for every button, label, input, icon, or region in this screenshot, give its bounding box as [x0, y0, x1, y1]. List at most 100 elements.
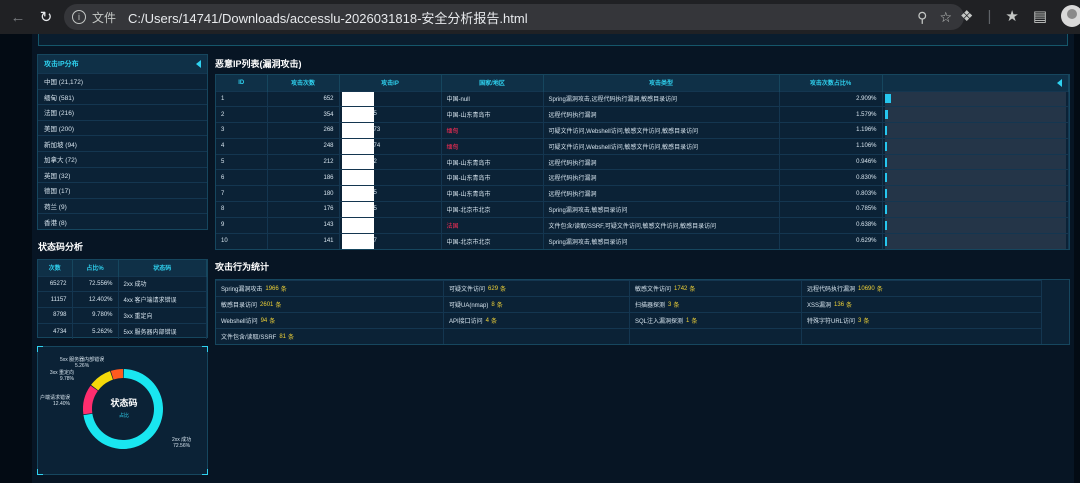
collections-icon[interactable]: ▤ — [1033, 7, 1047, 25]
attack-stat-unit: 条 — [269, 319, 276, 325]
geo-list-item[interactable]: 加拿大 (72) — [38, 150, 207, 167]
table-row[interactable]: 3 268 73 缅甸 可疑文件访问,Webshell访问,敏感文件访问,敏感目录访问 1… — [216, 122, 1069, 139]
table-row[interactable]: 5 212 2 中国-山东青岛市 远程代码执行漏洞 0.946% — [216, 153, 1069, 170]
cell-pct: 0.629% — [779, 232, 883, 249]
cell-id: 2 — [216, 106, 268, 123]
ip-tail: 73 — [373, 127, 381, 134]
cell-count: 212 — [267, 153, 340, 170]
cell-attack-type: 远程代码执行漏洞 — [543, 106, 780, 123]
attack-stat-label: Webshell访问 — [221, 319, 258, 325]
status-code: 2xx 成功 — [118, 275, 207, 292]
cell-ip: 74 — [339, 137, 442, 155]
status-col-pct: 占比% — [72, 260, 119, 276]
attack-stat-label: 可疑文件访问 — [449, 287, 486, 293]
cell-pct: 0.946% — [779, 153, 883, 170]
top-panel-edge — [38, 34, 1068, 46]
pct-bar-track — [884, 107, 1066, 123]
cell-region: 缅甸 — [441, 137, 544, 155]
table-row[interactable]: 4 248 74 缅甸 可疑文件访问,Webshell访问,敏感文件访问,敏感目录访问 1… — [216, 137, 1069, 155]
pct-bar — [884, 125, 887, 135]
malicious-ip-table: ID 攻击次数 攻击IP 国家/地区 攻击类型 攻击次数占比% 1 652 中国-n… — [216, 75, 1069, 249]
status-code: 4xx 客户端请求错误 — [118, 291, 207, 308]
table-row[interactable]: 10 141 7 中国-北京市北京 Spring漏洞攻击,敏感目录访问 0.629% — [216, 232, 1069, 249]
cell-attack-type: Spring漏洞攻击,敏感目录访问 — [543, 201, 780, 218]
table-row[interactable]: 8 176 5 中国-北京市北京 Spring漏洞攻击,敏感目录访问 0.785% — [216, 201, 1069, 218]
cell-id: 10 — [216, 232, 268, 249]
ip-redaction — [341, 234, 374, 249]
collapse-arrow-icon[interactable] — [196, 60, 201, 68]
attack-stat-cell: 特殊字符URL访问 3 条 — [802, 312, 1042, 328]
status-pct: 72.556% — [72, 275, 119, 292]
geo-list-item[interactable]: 英国 (32) — [38, 166, 207, 183]
attack-stat-cell: 扫描器探测 3 条 — [630, 296, 802, 312]
cell-count: 248 — [267, 137, 340, 155]
status-row: 4734 5.262% 5xx 服务器内部错误 — [38, 322, 207, 340]
ip-redaction — [341, 218, 374, 233]
cell-ip: 5 — [339, 106, 442, 123]
address-bar[interactable]: i 文件 C:/Users/14741/Downloads/accesslu-2… — [64, 4, 964, 30]
table-row[interactable]: 6 186 中国-山东青岛市 远程代码执行漏洞 0.830% — [216, 169, 1069, 186]
pct-bar-track — [884, 234, 1066, 249]
cell-id: 5 — [216, 153, 268, 170]
ip-redaction — [341, 170, 374, 186]
donut-slice[interactable] — [91, 371, 113, 391]
favorite-star-icon[interactable]: ☆ — [939, 9, 952, 26]
status-count: 11157 — [38, 291, 73, 308]
geo-list-item[interactable]: 德国 (17) — [38, 182, 207, 198]
attack-stat-label: SQL注入漏洞探测 — [635, 319, 684, 325]
ip-redaction — [341, 139, 374, 154]
cell-region: 中国-山东青岛市 — [441, 153, 544, 170]
col-bar — [882, 75, 1069, 91]
geo-list-item[interactable]: 法国 (216) — [38, 104, 207, 120]
pct-bar-track — [884, 91, 1066, 107]
geo-list-item[interactable]: 新加坡 (94) — [38, 135, 207, 151]
url-text[interactable]: C:/Users/14741/Downloads/accesslu-202603… — [128, 8, 528, 27]
table-row[interactable]: 2 354 5 中国-山东青岛市 远程代码执行漏洞 1.579% — [216, 106, 1069, 123]
attack-stat-count: 81 — [279, 333, 287, 340]
info-icon[interactable]: i — [72, 10, 86, 24]
extensions-icon[interactable]: ❖ — [960, 7, 973, 25]
cell-count: 141 — [267, 232, 340, 249]
attack-stat-cell: 敏感目录访问 2601 条 — [216, 296, 444, 312]
status-pct: 9.780% — [72, 307, 119, 324]
attack-stat-unit: 条 — [846, 303, 853, 309]
donut-slice[interactable] — [110, 369, 123, 380]
attack-stat-label: Spring漏洞攻击 — [221, 287, 263, 293]
cell-bar — [882, 201, 1069, 218]
pct-bar — [884, 220, 887, 230]
status-count: 4734 — [38, 322, 73, 340]
cell-bar — [882, 185, 1069, 202]
collapse-arrow-icon[interactable] — [1057, 79, 1062, 87]
table-row[interactable]: 1 652 中国-null Spring漏洞攻击,远程代码执行漏洞,敏感目录访问 2.9… — [216, 90, 1069, 107]
attack-stat-label: 文件包含/读取/SSRF — [221, 335, 277, 341]
table-row[interactable]: 7 180 5 中国-山东青岛市 远程代码执行漏洞 0.803% — [216, 185, 1069, 202]
geo-list-item[interactable]: 缅甸 (581) — [38, 88, 207, 105]
col-count: 攻击次数 — [267, 75, 340, 91]
geo-list-item[interactable]: 荷兰 (9) — [38, 197, 207, 214]
status-row: 8798 9.780% 3xx 重定向 — [38, 307, 207, 324]
status-count: 65272 — [38, 275, 73, 292]
attack-stats-title: 攻击行为统计 — [215, 262, 270, 272]
profile-avatar[interactable] — [1061, 5, 1080, 27]
cell-id: 4 — [216, 137, 268, 155]
attack-stat-count: 8 — [491, 301, 495, 308]
ip-redaction — [341, 107, 374, 123]
geo-list-item[interactable]: 香港 (8) — [38, 213, 207, 229]
status-row: 11157 12.402% 4xx 客户端请求错误 — [38, 291, 207, 308]
attack-stat-cell: API接口访问 4 条 — [444, 312, 630, 328]
ip-tail: 5 — [373, 111, 377, 118]
malicious-ip-panel: ID 攻击次数 攻击IP 国家/地区 攻击类型 攻击次数占比% 1 652 中国-n… — [215, 74, 1070, 250]
donut-label-3xx-pct: 9.78% — [59, 376, 74, 382]
geo-list-item[interactable]: 美国 (200) — [38, 119, 207, 136]
back-arrow-icon[interactable]: ← — [6, 5, 30, 29]
geo-list-item[interactable]: 中国 (21,172) — [38, 73, 207, 89]
zoom-icon[interactable]: ⚲ — [917, 9, 927, 26]
pct-bar — [884, 94, 891, 104]
reload-icon[interactable]: ↻ — [34, 5, 58, 29]
cell-bar — [882, 106, 1069, 123]
table-row[interactable]: 9 143 法国 文件包含/读取/SSRF,可疑文件访问,敏感文件访问,敏感目录访问 0… — [216, 216, 1069, 234]
toolbar-divider: | — [987, 7, 992, 25]
status-count: 8798 — [38, 307, 73, 324]
favorites-icon[interactable]: ★ — [1005, 7, 1018, 25]
geo-panel-header: 攻击IP分布 — [38, 55, 207, 73]
